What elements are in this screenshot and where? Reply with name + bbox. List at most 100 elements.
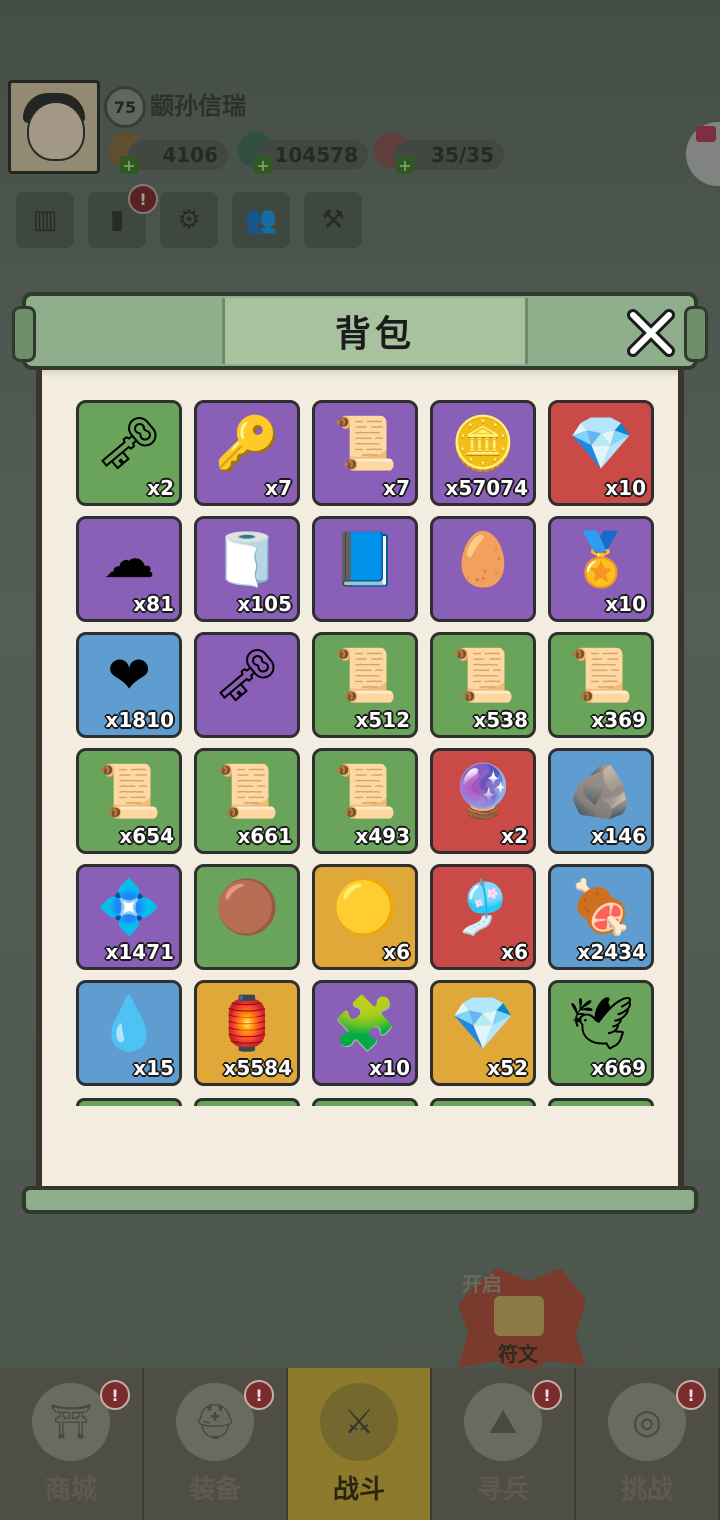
rune-open-label: 开启: [462, 1272, 502, 1296]
dark-crystal-icon: 🪨: [568, 762, 634, 822]
inventory-slot[interactable]: ☁ x81: [76, 516, 182, 622]
green-scroll-icon: 📜: [214, 762, 280, 822]
inventory-slot[interactable]: 🪙 x57074: [430, 400, 536, 506]
battle-icon: ⚔: [320, 1383, 398, 1461]
heart-icon: ❤: [107, 646, 151, 706]
inventory-slot[interactable]: 🟡 x6: [312, 864, 418, 970]
blue-charm-icon: 🎐: [450, 878, 516, 938]
rune-unlock-badge[interactable]: 开启 符文: [458, 1268, 586, 1376]
item-count: x7: [265, 476, 292, 500]
inventory-slot[interactable]: ❤ x1810: [76, 632, 182, 738]
inventory-slot[interactable]: 📜 x661: [194, 748, 300, 854]
item-grid: 🗝 x2 🔑 x7 📜 x7 🪙 x57074 💎 x10 ☁ x81 🧻 x105 📘 🥚 🏅 x10 ❤ x181…: [76, 400, 654, 1086]
close-button[interactable]: [622, 304, 680, 362]
gem-cluster-icon: 💠: [96, 878, 162, 938]
item-count: x52: [487, 1056, 528, 1080]
inventory-slot[interactable]: 🗝 x2: [76, 400, 182, 506]
title-plate: 背包: [222, 298, 528, 364]
inventory-slot[interactable]: 💎 x10: [548, 400, 654, 506]
jade-plate-icon: 🟡: [332, 878, 398, 938]
nav-battle[interactable]: ⚔ 战斗: [288, 1368, 432, 1520]
green-scroll-icon: 📜: [96, 762, 162, 822]
inventory-slot[interactable]: 🔑 x7: [194, 400, 300, 506]
inventory-slot[interactable]: 🕊 x669: [548, 980, 654, 1086]
inventory-slot[interactable]: 📜 x654: [76, 748, 182, 854]
inventory-slot[interactable]: 🧻 x105: [194, 516, 300, 622]
item-count: x654: [119, 824, 174, 848]
nav-shop[interactable]: ⛩ 商城 !: [0, 1368, 144, 1520]
item-count: x15: [133, 1056, 174, 1080]
item-count: x2434: [577, 940, 646, 964]
challenge-icon: ◎: [608, 1383, 686, 1461]
wing-scroll-icon: 🕊: [567, 994, 634, 1054]
equipment-icon: ⛑: [176, 1383, 254, 1461]
summon-icon: ⛰: [464, 1383, 542, 1461]
gold-coin-icon: 🪙: [450, 414, 516, 474]
inventory-slot-partial[interactable]: [312, 1098, 418, 1106]
inventory-slot[interactable]: 🍖 x2434: [548, 864, 654, 970]
inventory-slot[interactable]: 🧩 x10: [312, 980, 418, 1086]
item-count: x10: [369, 1056, 410, 1080]
inventory-slot[interactable]: 📘: [312, 516, 418, 622]
nav-battle-label: 战斗: [332, 1475, 385, 1505]
item-count: x81: [133, 592, 174, 616]
inventory-slot[interactable]: 📜 x7: [312, 400, 418, 506]
item-count: x1810: [105, 708, 174, 732]
order-token-icon: 🏅: [568, 530, 634, 590]
green-scroll-icon: 📜: [332, 646, 398, 706]
inventory-slot[interactable]: 📜 x369: [548, 632, 654, 738]
nav-summon[interactable]: ⛰ 寻兵 !: [432, 1368, 576, 1520]
inventory-slot[interactable]: 🟤: [194, 864, 300, 970]
scroll-medal-icon: 📜: [332, 414, 398, 474]
inventory-slot[interactable]: 🏮 x5584: [194, 980, 300, 1086]
rune-label: 符文: [498, 1342, 538, 1366]
close-icon: [627, 309, 675, 357]
green-scroll-icon: 📜: [450, 646, 516, 706]
rainbow-cloud-icon: ☁: [103, 530, 155, 590]
item-count: x1471: [105, 940, 174, 964]
green-scroll-icon: 📜: [568, 646, 634, 706]
silver-key-icon: 🗝: [95, 414, 162, 474]
inventory-slot[interactable]: 🗝: [194, 632, 300, 738]
inventory-slot-partial[interactable]: [194, 1098, 300, 1106]
inventory-slot-partial[interactable]: [76, 1098, 182, 1106]
nav-challenge-label: 挑战: [620, 1475, 673, 1505]
item-count: x661: [237, 824, 292, 848]
inventory-slot[interactable]: 🥚: [430, 516, 536, 622]
rolled-scroll-icon: 🧻: [214, 530, 280, 590]
inventory-slot[interactable]: 🪨 x146: [548, 748, 654, 854]
dragon-egg-icon: 🥚: [450, 530, 516, 590]
nav-equipment-alert: !: [244, 1380, 274, 1410]
green-scroll-icon: 📜: [332, 762, 398, 822]
modal-title: 背包: [334, 314, 415, 355]
inventory-slot-partial[interactable]: [430, 1098, 536, 1106]
inventory-slot-partial[interactable]: [548, 1098, 654, 1106]
bottom-nav: ⛩ 商城 ! ⛑ 装备 ! ⚔ 战斗 ⛰ 寻兵 ! ◎ 挑战 !: [0, 1368, 720, 1520]
nav-equipment[interactable]: ⛑ 装备 !: [144, 1368, 288, 1520]
rune-icon: [494, 1296, 544, 1336]
water-drop-icon: 💧: [96, 994, 162, 1054]
inventory-slot[interactable]: 📜 x538: [430, 632, 536, 738]
nav-challenge[interactable]: ◎ 挑战 !: [576, 1368, 720, 1520]
fire-crystal-icon: 💎: [450, 994, 516, 1054]
inventory-slot[interactable]: 📜 x512: [312, 632, 418, 738]
crystal-ore-icon: 💎: [568, 414, 634, 474]
inventory-slot[interactable]: 🔮 x2: [430, 748, 536, 854]
ruby-key-icon: 🗝: [213, 646, 280, 706]
item-count: x57074: [445, 476, 528, 500]
inventory-slot[interactable]: 💧 x15: [76, 980, 182, 1086]
nav-shop-alert: !: [100, 1380, 130, 1410]
inventory-slot[interactable]: 📜 x493: [312, 748, 418, 854]
inventory-slot[interactable]: 💎 x52: [430, 980, 536, 1086]
gold-cloud-key-icon: 🔑: [214, 414, 280, 474]
inventory-slot[interactable]: 💠 x1471: [76, 864, 182, 970]
inventory-slot[interactable]: 🎐 x6: [430, 864, 536, 970]
backpack-footer-roll: [22, 1186, 698, 1214]
inventory-slot[interactable]: 🏅 x10: [548, 516, 654, 622]
item-count: x7: [383, 476, 410, 500]
item-count: x493: [355, 824, 410, 848]
item-count: x369: [591, 708, 646, 732]
item-count: x10: [605, 592, 646, 616]
item-count: x146: [591, 824, 646, 848]
points-badge-icon: 🏮: [214, 994, 280, 1054]
